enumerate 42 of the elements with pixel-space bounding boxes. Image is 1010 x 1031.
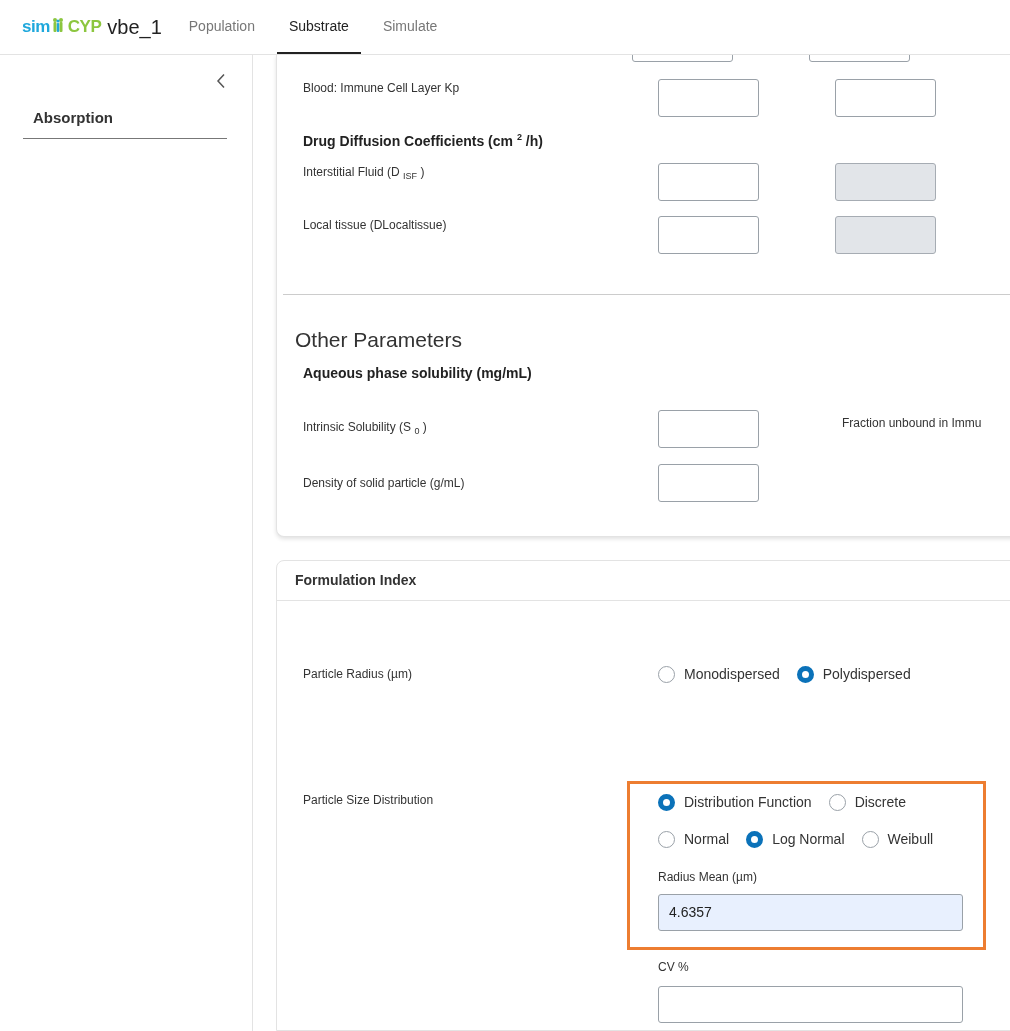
field-label: Blood: Immune Cell Layer Kp xyxy=(303,80,461,95)
field-label: Density of solid particle (g/mL) xyxy=(303,475,466,490)
radio-icon[interactable] xyxy=(796,665,814,683)
radio-option[interactable]: Polydispersed xyxy=(796,665,911,683)
input-field[interactable] xyxy=(658,215,759,254)
radio-option[interactable]: Distribution Function xyxy=(658,793,812,811)
section-heading: Aqueous phase solubility (mg/mL) xyxy=(302,363,533,381)
nav-tab[interactable]: Population xyxy=(176,0,267,54)
field-label: Particle Radius (µm) xyxy=(303,667,413,682)
input-field[interactable] xyxy=(658,409,759,448)
field-label: Particle Size Distribution xyxy=(303,791,435,809)
radio-icon[interactable] xyxy=(658,665,675,683)
radio-option[interactable]: Normal xyxy=(658,830,730,848)
radio-icon[interactable] xyxy=(658,830,675,848)
section-heading: Drug Diffusion Coefficients (cm $^{2}$ /h) xyxy=(303,131,544,151)
radio-icon[interactable] xyxy=(861,830,879,848)
card-title: Formulation Index xyxy=(277,560,1010,601)
field-label: CV % xyxy=(658,959,690,974)
input-field[interactable] xyxy=(835,79,936,117)
input-field[interactable] xyxy=(658,79,759,117)
input-field[interactable] xyxy=(658,463,759,502)
radio-option[interactable]: Discrete xyxy=(828,793,906,811)
project-title: vbe_1 xyxy=(107,15,162,39)
logo: sim CYP xyxy=(22,16,102,38)
radio-option[interactable]: Monodispersed xyxy=(658,665,780,683)
field-label: Interstitial Fluid (D $_{ISF}$ ) xyxy=(303,163,426,182)
radio-option[interactable]: Weibull xyxy=(861,830,934,848)
radio-option[interactable]: Log Normal xyxy=(746,830,845,848)
radio-icon[interactable] xyxy=(746,830,764,848)
radio-icon[interactable] xyxy=(828,793,846,811)
field-label: Local tissue (DLocaltissue) xyxy=(303,216,448,232)
input-field[interactable] xyxy=(658,985,963,1023)
input-field[interactable]: 4.6357 xyxy=(658,893,963,931)
nav-tab[interactable]: Simulate xyxy=(370,0,450,54)
collapse-icon[interactable] xyxy=(216,73,226,89)
radio-icon[interactable] xyxy=(658,793,675,811)
field-label: Intrinsic Solubility (S $_{0}$ ) xyxy=(303,420,428,437)
field-label: Radius Mean (µm) xyxy=(658,869,758,884)
input-field[interactable] xyxy=(658,162,759,201)
sidebar-item[interactable]: Absorption xyxy=(23,109,227,139)
section-title: Other Parameters xyxy=(294,326,463,352)
field-label: Fraction unbound in Immu xyxy=(842,414,983,430)
